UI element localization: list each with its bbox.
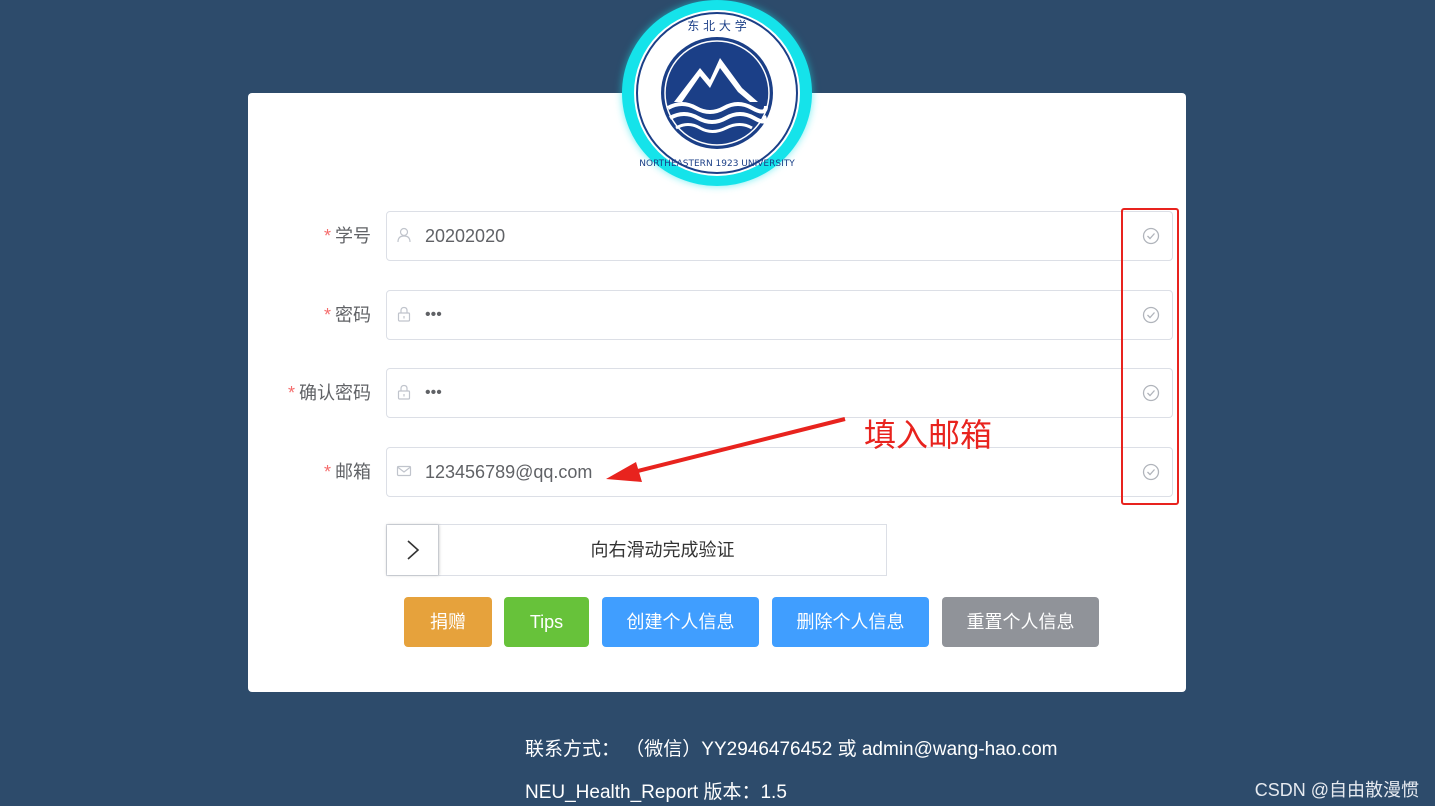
create-info-button[interactable]: 创建个人信息 [602, 597, 759, 647]
svg-text:NORTHEASTERN 1923 UNIVERSITY: NORTHEASTERN 1923 UNIVERSITY [639, 159, 795, 169]
svg-text:东 北 大 学: 东 北 大 学 [687, 18, 746, 33]
email-input[interactable]: 123456789@qq.com [386, 447, 1173, 497]
form-row-student-id: * 学号 20202020 [248, 211, 1186, 261]
student-id-label: * 学号 [323, 226, 371, 246]
lock-icon [397, 306, 411, 322]
mail-icon [396, 465, 412, 477]
confirm-password-label: * 确认密码 [287, 383, 371, 403]
form-row-email: * 邮箱 123456789@qq.com [248, 447, 1186, 497]
tips-button[interactable]: Tips [504, 597, 589, 647]
slider-handle[interactable] [387, 525, 439, 575]
footer-contact: 联系方式： （微信）YY2946476452 或 admin@wang-hao.… [525, 739, 1058, 760]
email-value: 123456789@qq.com [425, 462, 593, 482]
csdn-watermark: CSDN @自由散漫惯 [1254, 780, 1419, 800]
donate-button[interactable]: 捐赠 [404, 597, 492, 647]
student-id-value: 20202020 [425, 226, 506, 246]
form-row-password: * 密码 ••• [248, 290, 1186, 340]
password-input[interactable]: ••• [386, 290, 1173, 340]
university-logo: 东 北 大 学 NORTHEASTERN 1923 UNIVERSITY [622, 0, 812, 186]
form-row-confirm-password: * 确认密码 ••• [248, 368, 1186, 418]
confirm-password-input[interactable]: ••• [386, 368, 1173, 418]
password-value: ••• [425, 306, 442, 323]
slide-verify[interactable]: 向右滑动完成验证 [386, 524, 887, 576]
reset-info-button[interactable]: 重置个人信息 [942, 597, 1099, 647]
password-label: * 密码 [323, 305, 371, 325]
chevron-right-icon [407, 540, 420, 560]
slider-text: 向右滑动完成验证 [590, 540, 735, 560]
email-label: * 邮箱 [323, 462, 371, 482]
user-icon [397, 227, 411, 243]
delete-info-button[interactable]: 删除个人信息 [772, 597, 929, 647]
confirm-password-value: ••• [425, 384, 442, 401]
footer-version: NEU_Health_Report 版本：1.5 [525, 782, 787, 803]
lock-icon [397, 384, 411, 400]
student-id-input[interactable]: 20202020 [386, 211, 1173, 261]
annotation-text: 填入邮箱 [864, 416, 993, 454]
validation-highlight-box [1121, 208, 1179, 505]
